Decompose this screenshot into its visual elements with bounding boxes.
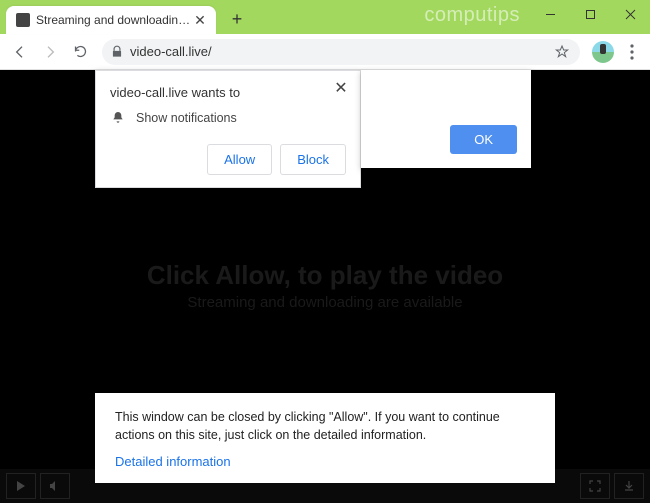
close-icon[interactable]: ✕ xyxy=(332,79,350,97)
maximize-button[interactable] xyxy=(570,0,610,28)
tab-close-icon[interactable]: ✕ xyxy=(192,12,208,28)
browser-toolbar: video-call.live/ xyxy=(0,34,650,70)
chrome-menu-icon[interactable] xyxy=(620,40,644,64)
minimize-button[interactable] xyxy=(530,0,570,28)
block-button[interactable]: Block xyxy=(280,144,346,175)
watermark-text: computips xyxy=(424,4,520,27)
ok-dialog: OK xyxy=(361,70,531,168)
bookmark-star-icon[interactable] xyxy=(554,44,570,60)
info-panel-text: This window can be closed by clicking "A… xyxy=(115,409,535,444)
download-icon[interactable] xyxy=(614,473,644,499)
bell-icon xyxy=(110,110,126,126)
page-headline: Click Allow, to play the video xyxy=(0,260,650,291)
volume-icon[interactable] xyxy=(40,473,70,499)
notification-permission-row: Show notifications xyxy=(110,110,346,126)
notification-origin-text: video-call.live wants to xyxy=(110,85,346,100)
profile-avatar[interactable] xyxy=(592,41,614,63)
fullscreen-icon[interactable] xyxy=(580,473,610,499)
page-viewport: Click Allow, to play the video Streaming… xyxy=(0,70,650,503)
url-text: video-call.live/ xyxy=(130,44,212,59)
back-button[interactable] xyxy=(6,38,34,66)
reload-button[interactable] xyxy=(66,38,94,66)
lock-icon xyxy=(110,45,124,59)
notification-permission-popup: ✕ video-call.live wants to Show notifica… xyxy=(95,70,361,188)
new-tab-button[interactable]: + xyxy=(224,6,250,32)
info-panel: This window can be closed by clicking "A… xyxy=(95,393,555,483)
window-controls xyxy=(530,0,650,28)
tab-favicon xyxy=(16,13,30,27)
window-titlebar: Streaming and downloading are ✕ + comput… xyxy=(0,0,650,34)
allow-button[interactable]: Allow xyxy=(207,144,272,175)
close-window-button[interactable] xyxy=(610,0,650,28)
forward-button[interactable] xyxy=(36,38,64,66)
browser-tab[interactable]: Streaming and downloading are ✕ xyxy=(6,6,216,34)
ok-button[interactable]: OK xyxy=(450,125,517,154)
play-icon[interactable] xyxy=(6,473,36,499)
detailed-info-link[interactable]: Detailed information xyxy=(115,454,535,469)
address-bar[interactable]: video-call.live/ xyxy=(102,39,580,65)
page-subline: Streaming and downloading are available xyxy=(0,294,650,311)
notification-permission-label: Show notifications xyxy=(136,111,237,125)
tab-title: Streaming and downloading are xyxy=(36,13,192,27)
